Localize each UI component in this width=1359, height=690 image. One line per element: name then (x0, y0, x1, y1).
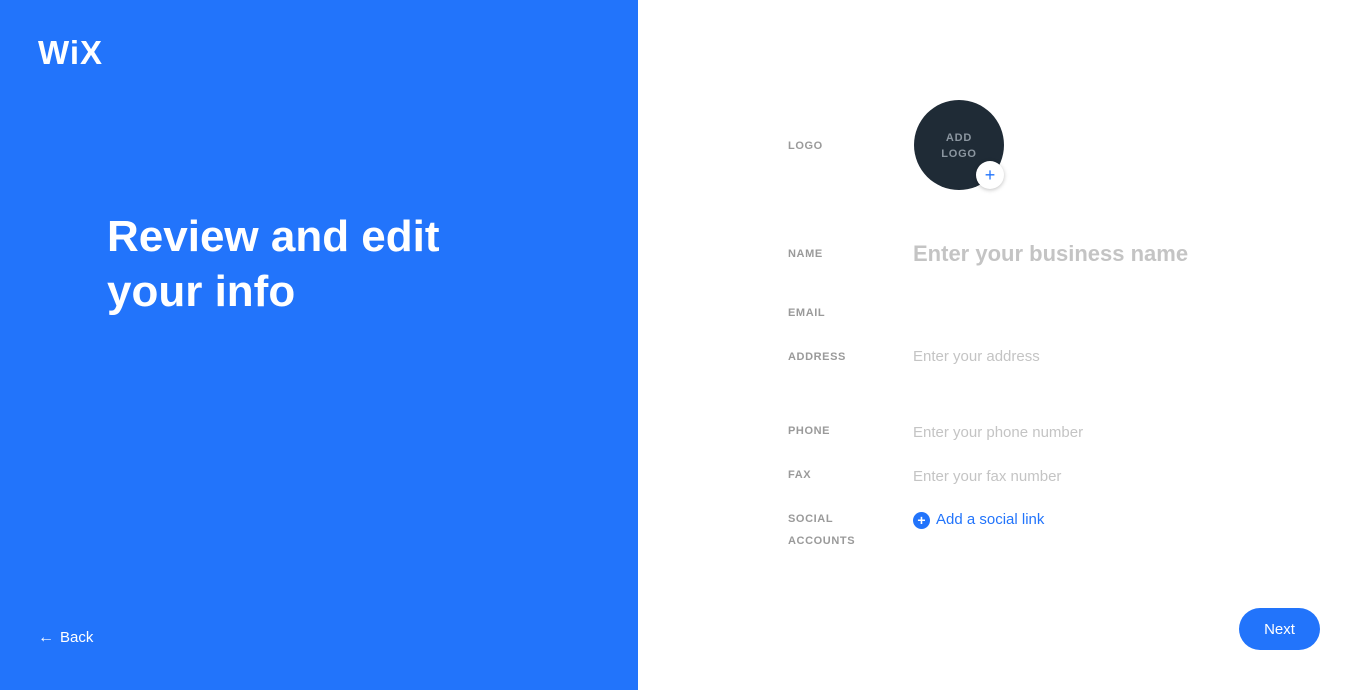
add-logo-text: ADD LOGO (941, 132, 977, 160)
phone-label: PHONE (788, 425, 831, 437)
form-panel: LOGO ADD LOGO + NAME EMAIL ADDRESS PHONE… (638, 0, 1359, 690)
left-panel: WiX Review and edit your info ← Back (0, 0, 638, 690)
back-label: Back (60, 629, 94, 646)
phone-input[interactable] (913, 421, 1213, 443)
name-label: NAME (788, 248, 823, 260)
add-social-link-button[interactable]: + Add a social link (913, 509, 1044, 531)
add-social-link-label: Add a social link (936, 511, 1045, 528)
social-label-line2: ACCOUNTS (788, 535, 856, 547)
add-logo-button[interactable]: ADD LOGO + (914, 100, 1004, 190)
back-link[interactable]: ← Back (38, 629, 93, 646)
plus-circle-icon: + (913, 511, 930, 529)
email-label: EMAIL (788, 307, 826, 319)
arrow-left-icon: ← (38, 628, 54, 646)
fax-input[interactable] (913, 465, 1213, 487)
page-headline: Review and edit your info (107, 212, 440, 316)
wix-logo[interactable]: WiX (38, 36, 103, 69)
email-input[interactable] (913, 302, 1213, 324)
fax-label: FAX (788, 469, 812, 481)
business-name-input[interactable] (913, 238, 1253, 270)
next-button[interactable]: Next (1239, 608, 1320, 650)
address-input[interactable] (913, 345, 1213, 367)
page: WiX Review and edit your info ← Back LOG… (0, 0, 1359, 690)
social-label-line1: SOCIAL (788, 513, 834, 525)
logo-label: LOGO (788, 140, 823, 152)
address-label: ADDRESS (788, 351, 846, 363)
plus-icon[interactable]: + (976, 161, 1004, 189)
